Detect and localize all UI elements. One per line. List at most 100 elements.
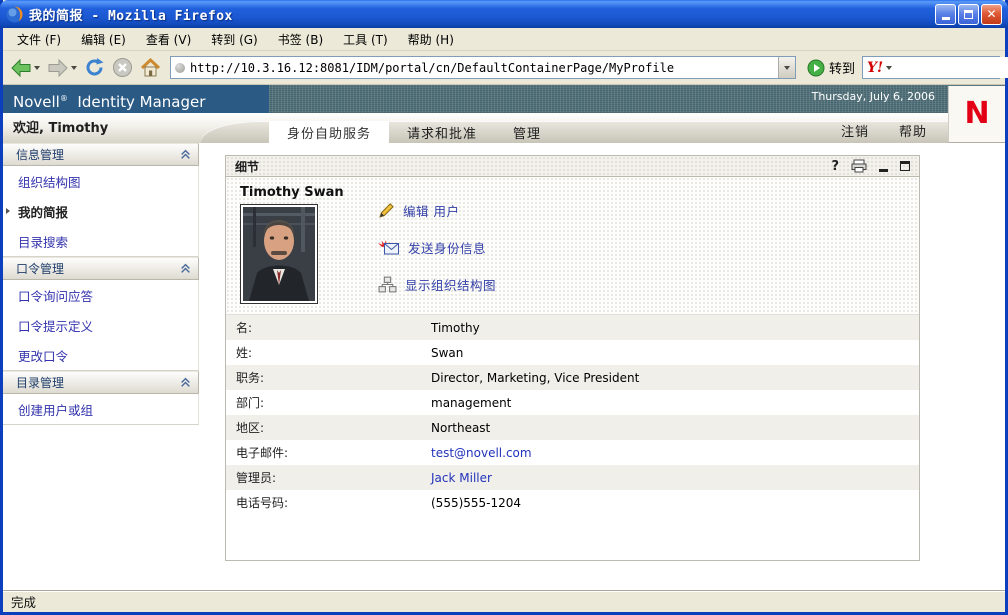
menu-tools[interactable]: 工具 (T) xyxy=(333,29,398,50)
table-row: 电话号码: (555)555-1204 xyxy=(236,495,522,511)
forward-arrow-icon xyxy=(48,58,68,77)
page-favicon xyxy=(175,62,185,73)
go-icon xyxy=(807,59,825,76)
url-input[interactable] xyxy=(190,57,778,78)
profile-summary: Timothy Swan 编辑 用户 发送身份信息 显示组织结构图 xyxy=(226,177,919,315)
browser-window: 我的简报 - Mozilla Firefox ✕ 文件 (F) 编辑 (E) 查… xyxy=(0,0,1008,615)
first-name-value: Timothy xyxy=(431,320,480,335)
address-dropdown-button[interactable] xyxy=(777,57,795,78)
help-link[interactable]: 帮助 xyxy=(899,121,927,140)
back-dropdown-icon xyxy=(34,65,40,70)
portlet-help-icon[interactable]: ? xyxy=(831,159,839,174)
home-icon xyxy=(140,57,161,76)
sidebar-item-directory-search[interactable]: 目录搜索 xyxy=(3,226,198,256)
sidebar-item-create-user-group[interactable]: 创建用户或组 xyxy=(3,394,198,424)
go-button[interactable]: 转到 xyxy=(803,58,859,77)
status-bar: 完成 xyxy=(3,590,1005,612)
collapse-chevron-icon[interactable] xyxy=(180,263,191,274)
menu-file[interactable]: 文件 (F) xyxy=(7,29,71,50)
title-value: Director, Marketing, Vice President xyxy=(431,370,640,385)
tab-requests-approvals[interactable]: 请求和批准 xyxy=(389,121,495,143)
status-text: 完成 xyxy=(11,595,37,610)
menu-view[interactable]: 查看 (V) xyxy=(136,29,201,50)
navigation-toolbar: 转到 Y! xyxy=(3,51,1008,85)
show-org-chart-action[interactable]: 显示组织结构图 xyxy=(378,271,496,297)
table-row: 名: Timothy xyxy=(226,315,919,340)
menu-bookmarks[interactable]: 书签 (B) xyxy=(268,29,333,50)
current-item-marker xyxy=(6,208,10,214)
sidebar-item-hint-definition[interactable]: 口令提示定义 xyxy=(3,310,198,340)
region-value: Northeast xyxy=(431,420,491,435)
forward-dropdown-icon xyxy=(71,65,77,70)
detail-attributes-table: 名: Timothy 姓: Swan 职务: Director, Marketing,… xyxy=(226,315,919,515)
table-row: 部门: management xyxy=(236,395,512,411)
portlet-maximize-icon[interactable] xyxy=(900,161,910,171)
portlet-header: 细节 ? xyxy=(226,156,919,177)
logout-link[interactable]: 注销 xyxy=(841,121,869,140)
forward-button[interactable] xyxy=(45,56,79,80)
reload-icon xyxy=(86,58,104,76)
profile-actions: 编辑 用户 发送身份信息 显示组织结构图 xyxy=(378,197,496,308)
table-row: 职务: Director, Marketing, Vice President xyxy=(226,365,919,390)
back-button[interactable] xyxy=(8,56,42,80)
menu-go[interactable]: 转到 (G) xyxy=(201,29,267,50)
minimize-button[interactable] xyxy=(935,3,956,25)
portlet-title: 细节 xyxy=(235,159,260,174)
edit-pencil-icon xyxy=(379,202,394,218)
product-title: Novell® Identity Manager xyxy=(3,85,269,113)
home-button[interactable] xyxy=(138,56,163,80)
novell-n-icon: N xyxy=(964,96,990,131)
send-identity-info-action[interactable]: 发送身份信息 xyxy=(378,234,496,260)
collapse-chevron-icon[interactable] xyxy=(180,377,191,388)
yahoo-search-icon[interactable]: Y! xyxy=(867,60,883,76)
sidebar-item-my-profile[interactable]: 我的简报 xyxy=(3,196,198,226)
table-row: 地区: Northeast xyxy=(226,415,919,440)
search-engine-dropdown-icon[interactable] xyxy=(886,65,893,70)
sidebar-item-challenge-response[interactable]: 口令询问应答 xyxy=(3,280,198,310)
department-value: management xyxy=(431,395,512,410)
novell-banner: Novell® Identity Manager Thursday, July … xyxy=(3,85,1005,113)
site-masthead: Novell® Identity Manager Thursday, July … xyxy=(3,85,1005,143)
user-photo xyxy=(240,204,318,304)
page-body: 信息管理 组织结构图 我的简报 目录搜索 口令管理 口令询问应答 口令提示定义 … xyxy=(3,143,1005,590)
sidebar-section-directory[interactable]: 目录管理 xyxy=(3,371,199,394)
novell-logo: N xyxy=(948,86,1005,143)
window-title: 我的简报 - Mozilla Firefox xyxy=(29,8,233,24)
telephone-value: (555)555-1204 xyxy=(431,495,522,510)
table-row: 电子邮件: test@novell.com xyxy=(236,445,532,461)
welcome-text: 欢迎, Timothy xyxy=(13,121,109,136)
menu-help[interactable]: 帮助 (H) xyxy=(398,29,464,50)
detail-portlet: 细节 ? Timothy Swan 编辑 用户 发送身份信息 显示组织结构图 名… xyxy=(225,155,920,561)
manager-link[interactable]: Jack Miller xyxy=(431,471,492,485)
web-search-box[interactable]: Y! xyxy=(862,56,1008,79)
portlet-minimize-icon[interactable] xyxy=(879,168,888,172)
maximize-button[interactable] xyxy=(958,3,979,25)
sidebar: 信息管理 组织结构图 我的简报 目录搜索 口令管理 口令询问应答 口令提示定义 … xyxy=(3,143,199,590)
tab-strip-bar: 欢迎, Timothy 身份自助服务 请求和批准 管理 注销 帮助 xyxy=(3,113,1005,143)
stop-button[interactable] xyxy=(110,55,135,80)
back-arrow-icon xyxy=(11,58,31,77)
tab-administration[interactable]: 管理 xyxy=(495,121,559,143)
email-link[interactable]: test@novell.com xyxy=(431,446,532,460)
menu-edit[interactable]: 编辑 (E) xyxy=(71,29,136,50)
address-bar[interactable] xyxy=(170,56,796,79)
user-full-name: Timothy Swan xyxy=(240,185,344,200)
tab-identity-self-service[interactable]: 身份自助服务 xyxy=(269,121,390,143)
org-chart-icon xyxy=(378,276,397,292)
table-row: 管理员: Jack Miller xyxy=(226,465,919,490)
sidebar-item-org-chart[interactable]: 组织结构图 xyxy=(3,166,198,196)
search-input[interactable] xyxy=(894,57,1008,78)
print-icon[interactable] xyxy=(851,159,867,173)
banner-date: Thursday, July 6, 2006 xyxy=(269,85,1005,113)
firefox-icon xyxy=(6,6,23,23)
sidebar-section-password[interactable]: 口令管理 xyxy=(3,257,199,280)
sidebar-section-information[interactable]: 信息管理 xyxy=(3,143,199,166)
last-name-value: Swan xyxy=(431,345,464,360)
edit-user-action[interactable]: 编辑 用户 xyxy=(378,197,496,223)
title-bar[interactable]: 我的简报 - Mozilla Firefox ✕ xyxy=(0,0,1008,28)
close-button[interactable]: ✕ xyxy=(981,3,1002,25)
collapse-chevron-icon[interactable] xyxy=(180,149,191,160)
reload-button[interactable] xyxy=(82,55,107,80)
sidebar-item-change-password[interactable]: 更改口令 xyxy=(3,340,198,370)
stop-icon xyxy=(113,58,132,77)
